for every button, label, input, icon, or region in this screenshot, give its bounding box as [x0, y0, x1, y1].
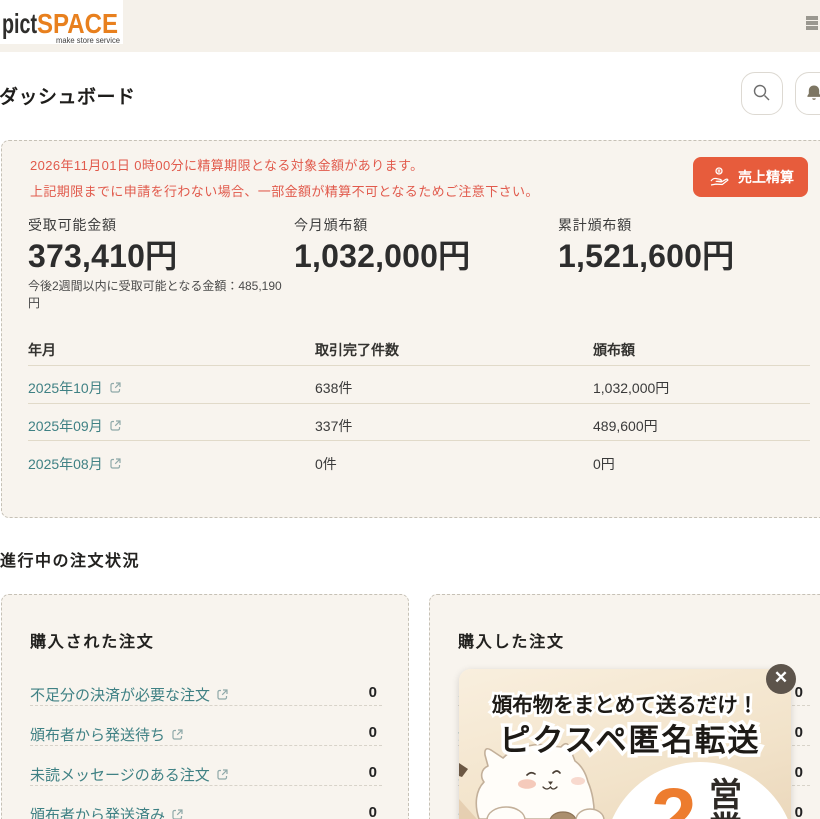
svg-text:pict: pict: [2, 8, 37, 39]
svg-text:頒布物をまとめて送るだけ！: 頒布物をまとめて送るだけ！: [491, 693, 759, 717]
svg-text:業: 業: [709, 810, 742, 819]
svg-text:営: 営: [709, 776, 742, 813]
svg-text:make store service: make store service: [56, 36, 121, 45]
svg-text:SPACE: SPACE: [37, 8, 118, 39]
svg-text:ピクスペ匿名転送: ピクスペ匿名転送: [500, 723, 761, 758]
svg-text:2: 2: [651, 772, 697, 819]
